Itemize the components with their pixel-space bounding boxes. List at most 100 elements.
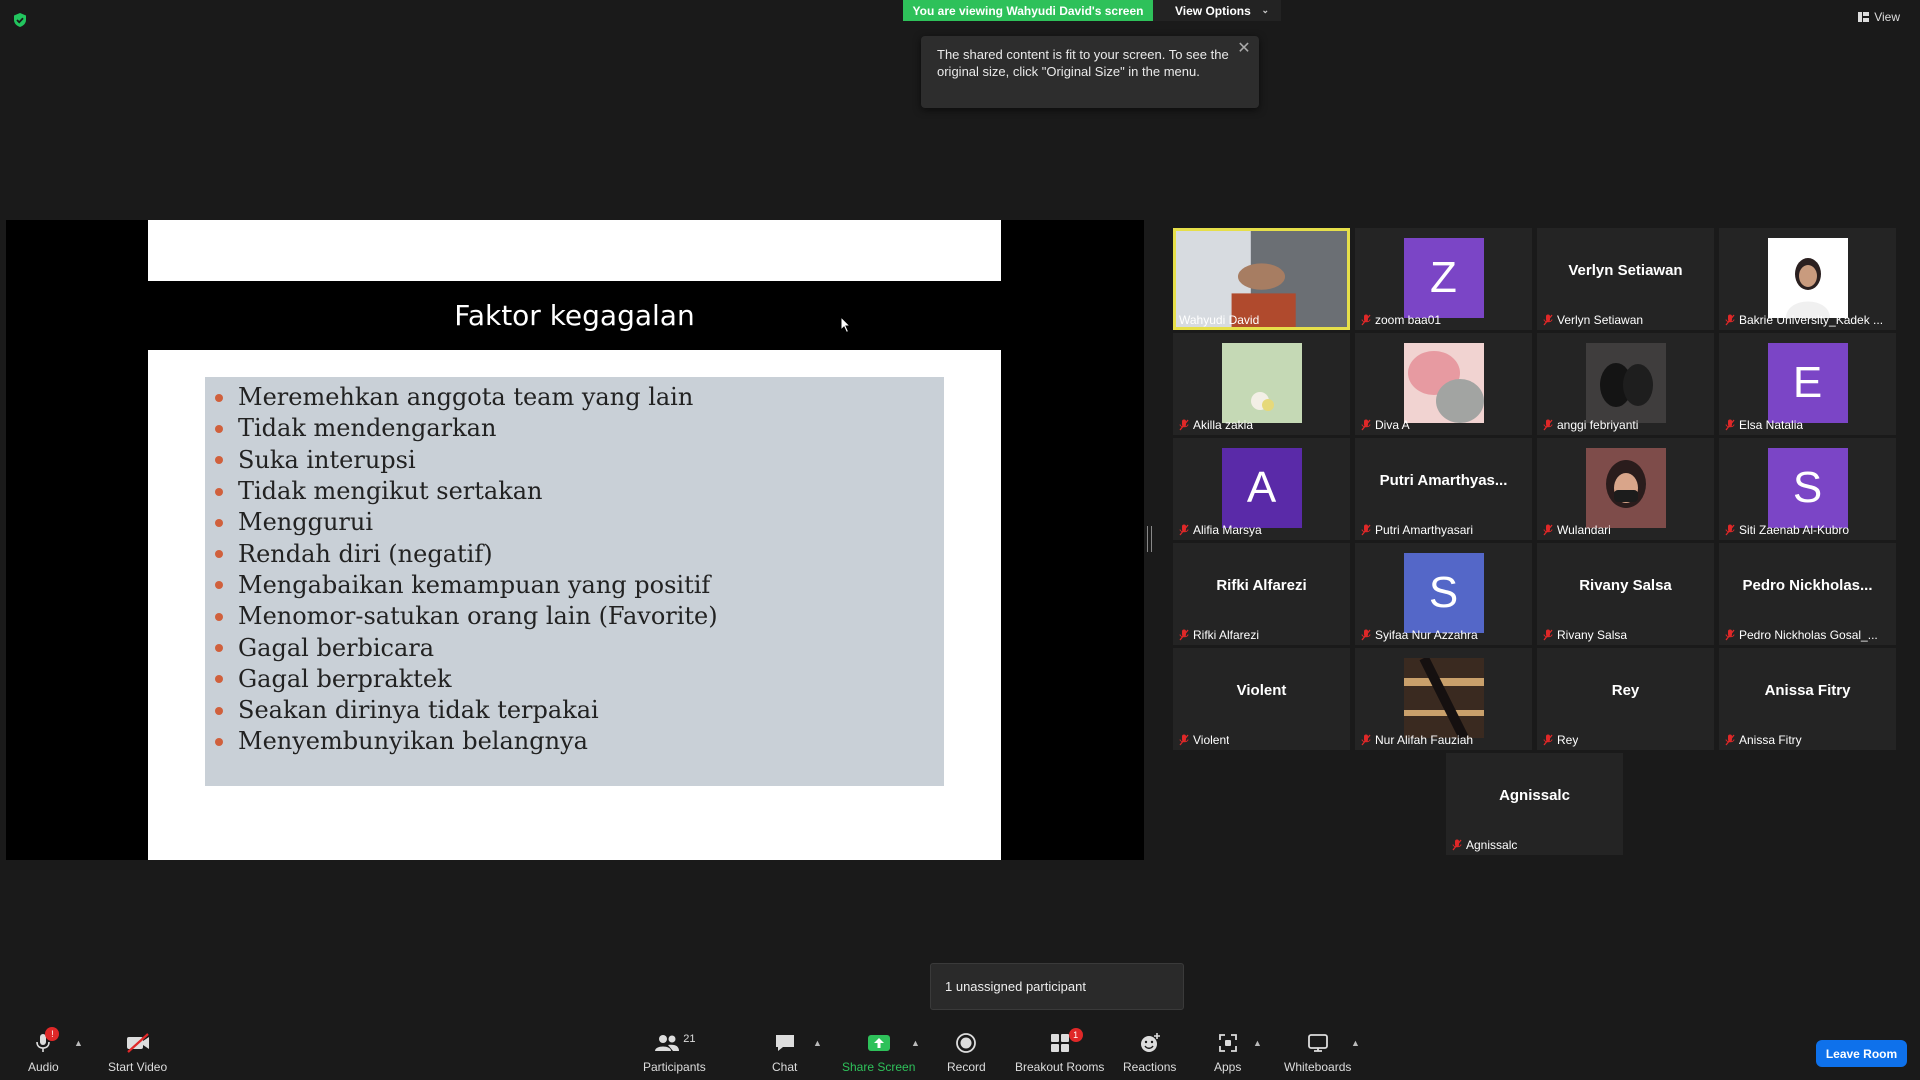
bullet-text: Seakan dirinya tidak terpakai (238, 696, 599, 725)
participant-name-label: Rivany Salsa (1543, 628, 1627, 642)
bullet-dot-icon (215, 487, 223, 496)
participant-photo (1585, 343, 1666, 423)
participant-tile[interactable]: Akilla zakia (1173, 333, 1350, 435)
participant-tile[interactable]: E Elsa Natalia (1719, 333, 1896, 435)
participant-name-label: Siti Zaenab Al-Kubro (1725, 523, 1849, 537)
apps-options-caret-icon[interactable]: ▲ (1253, 1038, 1262, 1048)
slide-bullet-item: Menyembunyikan belangnya (215, 726, 718, 757)
muted-mic-icon (1543, 314, 1553, 326)
bullet-dot-icon (215, 737, 223, 746)
participant-tile[interactable]: Verlyn Setiawan Verlyn Setiawan (1537, 228, 1714, 330)
participant-name-label: Rifki Alfarezi (1179, 628, 1259, 642)
participant-name-label: Bakrie University_Kadek ... (1725, 313, 1883, 327)
leave-room-button[interactable]: Leave Room (1816, 1040, 1907, 1067)
start-video-button[interactable]: Start Video (108, 1030, 167, 1074)
participant-name-label: Pedro Nickholas Gosal_... (1725, 628, 1878, 642)
slide-bullet-item: Meremehkan anggota team yang lain (215, 382, 718, 413)
bullet-text: Gagal berbicara (238, 633, 435, 662)
participants-icon (655, 1035, 680, 1051)
apps-button[interactable]: Apps (1214, 1030, 1241, 1074)
muted-mic-icon (1725, 524, 1735, 536)
muted-mic-icon (1543, 629, 1553, 641)
participant-name-label: Agnissalc (1452, 838, 1517, 852)
participant-tile[interactable]: A Alifia Marsya (1173, 438, 1350, 540)
breakout-rooms-button[interactable]: 1 Breakout Rooms (1015, 1028, 1105, 1074)
chevron-down-icon: ⌄ (1261, 5, 1269, 15)
slide-title: Faktor kegagalan (454, 299, 695, 332)
security-shield-icon[interactable] (12, 12, 28, 28)
participant-name-label: Putri Amarthyasari (1361, 523, 1473, 537)
record-icon (956, 1033, 977, 1053)
slide-bullet-item: Tidak mendengarkan (215, 413, 718, 444)
participant-display-name: Pedro Nickholas... (1742, 577, 1873, 594)
audio-button[interactable]: ! Audio (28, 1027, 60, 1074)
participant-tile[interactable]: Bakrie University_Kadek ... (1719, 228, 1896, 330)
participant-tile[interactable]: Zzoom baa01 (1355, 228, 1532, 330)
participant-photo (1221, 343, 1302, 423)
participant-tile[interactable]: Wulandari (1537, 438, 1714, 540)
muted-mic-icon (1543, 419, 1553, 431)
participant-tile[interactable]: anggi febriyanti (1537, 333, 1714, 435)
slide-bullet-item: Tidak mengikut sertakan (215, 476, 718, 507)
chat-options-caret-icon[interactable]: ▲ (813, 1038, 822, 1048)
splitter-handle[interactable] (1147, 526, 1152, 552)
view-button[interactable]: View (1858, 10, 1900, 24)
tooltip-text: The shared content is fit to your screen… (937, 47, 1229, 79)
participant-tile[interactable]: S Siti Zaenab Al-Kubro (1719, 438, 1896, 540)
share-screen-button[interactable]: Share Screen (842, 1030, 915, 1074)
participant-photo (1403, 343, 1484, 423)
record-button[interactable]: Record (947, 1030, 986, 1074)
participant-tile[interactable]: Violent Violent (1173, 648, 1350, 750)
participant-name: Pedro Nickholas Gosal_... (1739, 628, 1878, 642)
participant-tile[interactable]: Rifki Alfarezi Rifki Alfarezi (1173, 543, 1350, 645)
participant-tile[interactable]: Rivany Salsa Rivany Salsa (1537, 543, 1714, 645)
slide-bullet-item: Mengabaikan kemampuan yang positif (215, 570, 718, 601)
view-options-button[interactable]: View Options ⌄ (1153, 0, 1281, 21)
slide-bullet-item: Menomor-satukan orang lain (Favorite) (215, 601, 718, 632)
audio-alert-badge: ! (45, 1027, 60, 1041)
participant-tile[interactable]: Diva A (1355, 333, 1532, 435)
close-icon[interactable]: ✕ (1235, 40, 1253, 58)
participant-photo (1767, 238, 1848, 318)
participant-display-name: Violent (1236, 682, 1287, 699)
participant-tile[interactable]: Pedro Nickholas... Pedro Nickholas Gosal_… (1719, 543, 1896, 645)
view-label: View (1874, 10, 1900, 24)
muted-mic-icon (1543, 734, 1553, 746)
participant-name-label: Anissa Fitry (1725, 733, 1802, 747)
bullet-text: Mengabaikan kemampuan yang positif (238, 570, 711, 599)
muted-mic-icon (1179, 419, 1189, 431)
bullet-text: Rendah diri (negatif) (238, 539, 493, 568)
participant-tile[interactable]: S Syifaa Nur Azzahra (1355, 543, 1532, 645)
video-off-icon (126, 1033, 149, 1053)
participant-name-label: anggi febriyanti (1543, 418, 1638, 432)
participant-name: Rivany Salsa (1557, 628, 1628, 642)
share-screen-icon (867, 1035, 890, 1051)
participant-name-label: Nur Alifah Fauziah (1361, 733, 1473, 747)
participant-name-label: Violent (1179, 733, 1229, 747)
muted-mic-icon (1361, 629, 1371, 641)
bullet-dot-icon (215, 393, 223, 402)
breakout-rooms-label: Breakout Rooms (1015, 1060, 1105, 1074)
participant-tile[interactable]: Nur Alifah Fauziah (1355, 648, 1532, 750)
reactions-button[interactable]: Reactions (1123, 1030, 1176, 1074)
participant-tile[interactable]: Putri Amarthyas... Putri Amarthyasari (1355, 438, 1532, 540)
whiteboards-button[interactable]: Whiteboards (1284, 1030, 1351, 1074)
record-label: Record (947, 1060, 986, 1074)
whiteboards-options-caret-icon[interactable]: ▲ (1351, 1038, 1360, 1048)
bullet-dot-icon (215, 581, 223, 590)
participant-tile[interactable]: Rey Rey (1537, 648, 1714, 750)
participant-tile[interactable]: Wahyudi David (1173, 228, 1350, 330)
bullet-text: Tidak mendengarkan (238, 414, 497, 443)
participant-name: Syifaa Nur Azzahra (1375, 628, 1478, 642)
participants-button[interactable]: 21 Participants (643, 1030, 706, 1074)
bullet-dot-icon (215, 612, 223, 621)
share-options-caret-icon[interactable]: ▲ (911, 1038, 920, 1048)
audio-options-caret-icon[interactable]: ▲ (74, 1038, 83, 1048)
chat-button[interactable]: Chat (772, 1030, 797, 1074)
reactions-icon (1140, 1033, 1160, 1052)
participant-tile[interactable]: Agnissalc Agnissalc (1446, 753, 1623, 855)
participant-display-name: Anissa Fitry (1764, 682, 1851, 699)
participant-tile[interactable]: Anissa Fitry Anissa Fitry (1719, 648, 1896, 750)
viewing-screen-banner: You are viewing Wahyudi David's screen (903, 0, 1153, 21)
bullet-text: Gagal berpraktek (238, 664, 452, 693)
